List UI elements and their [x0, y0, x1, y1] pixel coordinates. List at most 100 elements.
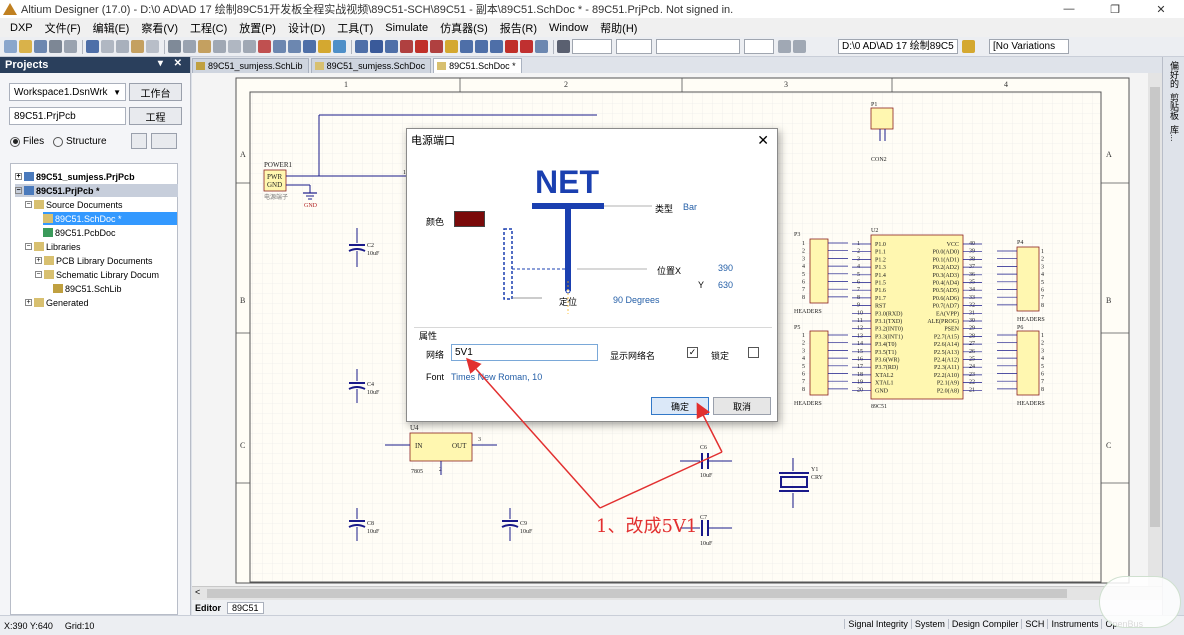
- expand-icon[interactable]: +: [15, 173, 22, 180]
- structure-radio[interactable]: Structure: [53, 136, 107, 147]
- position-y-value[interactable]: 630: [718, 280, 733, 290]
- document-path-combo[interactable]: D:\0 AD\AD 17 绘制89C5: [838, 39, 958, 54]
- browse-component-icon[interactable]: [318, 40, 331, 53]
- tab-sumjess-schdoc[interactable]: 89C51_sumjess.SchDoc: [310, 58, 432, 73]
- compile-icon[interactable]: [333, 40, 346, 53]
- font-size-combo[interactable]: [744, 39, 774, 54]
- zoom-fit-icon[interactable]: [101, 40, 114, 53]
- collapse-icon[interactable]: −: [35, 271, 42, 278]
- zoom-filter-icon[interactable]: [146, 40, 159, 53]
- tab-sumjess-schlib[interactable]: 89C51_sumjess.SchLib: [192, 58, 309, 73]
- tree-item-generated[interactable]: + Generated: [25, 296, 89, 309]
- show-net-name-checkbox[interactable]: ✓: [687, 347, 698, 358]
- harness-icon[interactable]: [535, 40, 548, 53]
- panel-design-compiler[interactable]: Design Compiler: [947, 619, 1022, 629]
- horizontal-scrollbar[interactable]: <: [192, 586, 1162, 600]
- workspace-button[interactable]: 工作台: [129, 83, 182, 101]
- type-value[interactable]: Bar: [683, 202, 697, 212]
- font-combo[interactable]: [656, 39, 740, 54]
- tree-item-schematic-library-docs[interactable]: − Schematic Library Docum: [35, 268, 159, 281]
- save-icon[interactable]: [34, 40, 47, 53]
- dialog-close-button[interactable]: ✕: [757, 132, 769, 149]
- cancel-button[interactable]: 取消: [713, 397, 771, 415]
- expand-icon[interactable]: +: [25, 299, 32, 306]
- mcu-u2[interactable]: U2 89C51 P1.01P1.12P1.23P1.34P1.45P1.56P…: [852, 228, 982, 410]
- new-icon[interactable]: [4, 40, 17, 53]
- hierarchy-icon[interactable]: [303, 40, 316, 53]
- menu-view[interactable]: 察看(V): [135, 20, 184, 36]
- panel-tab-clipboard[interactable]: 剪贴板: [1168, 93, 1181, 121]
- files-radio[interactable]: Files: [10, 136, 44, 147]
- lock-checkbox[interactable]: [748, 347, 759, 358]
- tree-item-pcb-library-docs[interactable]: + PCB Library Documents: [35, 254, 153, 267]
- bus-icon[interactable]: [370, 40, 383, 53]
- panel-tab-favorites[interactable]: 偏好的: [1168, 61, 1181, 89]
- menu-window[interactable]: Window: [543, 22, 594, 34]
- wire-icon[interactable]: [355, 40, 368, 53]
- tree-item-pcbdoc[interactable]: 89C51.PcbDoc: [43, 226, 116, 239]
- project-button[interactable]: 工程: [129, 107, 182, 125]
- menu-tools[interactable]: 工具(T): [331, 20, 379, 36]
- align-left-icon[interactable]: [778, 40, 791, 53]
- workspace-select[interactable]: Workspace1.DsnWrk ▼: [9, 83, 126, 101]
- scroll-left-icon[interactable]: <: [195, 587, 200, 597]
- menu-dxp[interactable]: DXP: [4, 22, 39, 34]
- editor-tab[interactable]: 89C51: [227, 601, 264, 614]
- undo-icon[interactable]: [273, 40, 286, 53]
- open-icon[interactable]: [19, 40, 32, 53]
- scrollbar-thumb[interactable]: [1150, 87, 1160, 527]
- panel-signal-integrity[interactable]: Signal Integrity: [844, 619, 911, 629]
- check-icon[interactable]: [962, 40, 975, 53]
- sheet-symbol-icon[interactable]: [460, 40, 473, 53]
- print-preview-icon[interactable]: [64, 40, 77, 53]
- deselect-icon[interactable]: [258, 40, 271, 53]
- panel-sch[interactable]: SCH: [1021, 619, 1047, 629]
- print-icon[interactable]: [49, 40, 62, 53]
- position-x-value[interactable]: 390: [718, 263, 733, 273]
- vertical-scrollbar[interactable]: [1148, 73, 1162, 586]
- tree-item-schdoc[interactable]: 89C51.SchDoc *: [43, 212, 177, 225]
- line-width-combo[interactable]: [616, 39, 652, 54]
- menu-place[interactable]: 放置(P): [233, 20, 282, 36]
- align-center-icon[interactable]: [793, 40, 806, 53]
- paste-icon[interactable]: [198, 40, 211, 53]
- panel-system[interactable]: System: [910, 619, 948, 629]
- sheet-entry-icon[interactable]: [475, 40, 488, 53]
- project-menu-icon[interactable]: [151, 133, 177, 149]
- menu-help[interactable]: 帮助(H): [594, 20, 643, 36]
- menu-design[interactable]: 设计(D): [282, 20, 331, 36]
- no-erc-icon[interactable]: [520, 40, 533, 53]
- tab-89c51-schdoc[interactable]: 89C51.SchDoc *: [433, 58, 522, 73]
- menu-project[interactable]: 工程(C): [184, 20, 233, 36]
- collapse-icon[interactable]: −: [25, 201, 32, 208]
- device-sheet-icon[interactable]: [490, 40, 503, 53]
- net-label-icon[interactable]: [400, 40, 413, 53]
- cut-icon[interactable]: [168, 40, 181, 53]
- menu-edit[interactable]: 编辑(E): [87, 20, 136, 36]
- panel-instruments[interactable]: Instruments: [1047, 619, 1101, 629]
- zoom-selected-icon[interactable]: [131, 40, 144, 53]
- color-swatch[interactable]: [454, 211, 485, 227]
- project-options-icon[interactable]: [131, 133, 147, 149]
- collapse-icon[interactable]: −: [25, 243, 32, 250]
- scrollbar-thumb[interactable]: [207, 589, 1067, 598]
- menu-file[interactable]: 文件(F): [39, 20, 87, 36]
- tree-item-89c51-project[interactable]: − 89C51.PrjPcb *: [15, 184, 178, 197]
- project-field[interactable]: 89C51.PrjPcb: [9, 107, 126, 125]
- copy-icon[interactable]: [183, 40, 196, 53]
- bus-entry-icon[interactable]: [385, 40, 398, 53]
- place-part-icon[interactable]: [445, 40, 458, 53]
- variations-combo[interactable]: [No Variations: [989, 39, 1069, 54]
- open-project-icon[interactable]: [86, 40, 99, 53]
- line-style-combo[interactable]: [572, 39, 612, 54]
- redo-icon[interactable]: [288, 40, 301, 53]
- tree-item-source-documents[interactable]: − Source Documents: [25, 198, 123, 211]
- ok-button[interactable]: 确定: [651, 397, 709, 415]
- pencil-icon[interactable]: [557, 40, 570, 53]
- close-button[interactable]: ✕: [1138, 0, 1184, 18]
- maximize-button[interactable]: ❐: [1092, 0, 1138, 18]
- menu-simulate[interactable]: Simulate: [379, 22, 434, 34]
- move-icon[interactable]: [243, 40, 256, 53]
- orientation-value[interactable]: 90 Degrees: [613, 295, 660, 305]
- menu-simulator[interactable]: 仿真器(S): [434, 20, 494, 36]
